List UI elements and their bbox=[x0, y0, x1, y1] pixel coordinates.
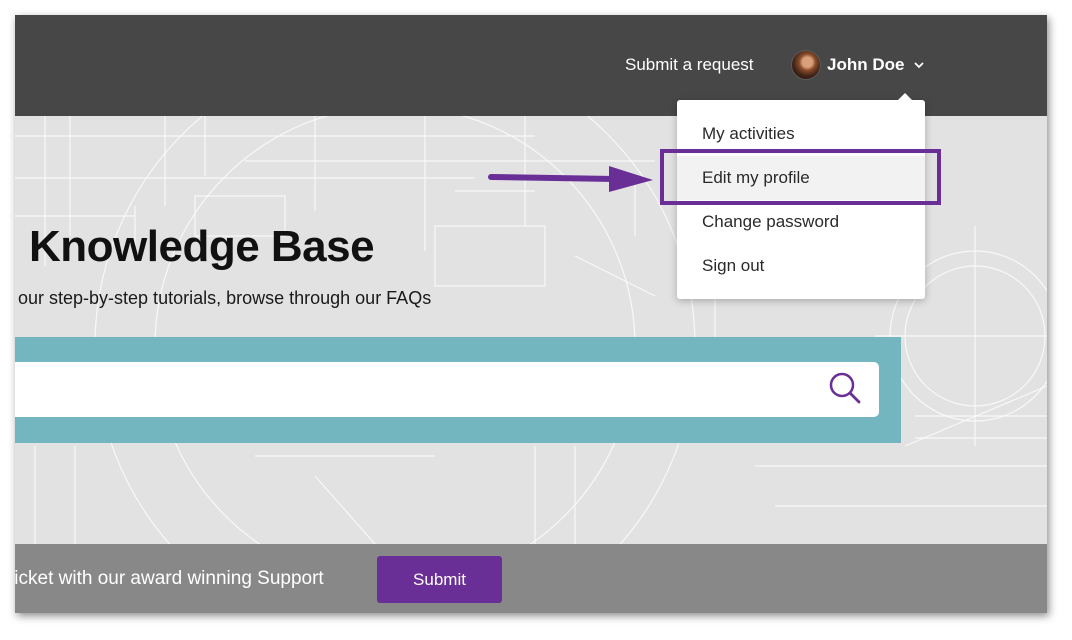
user-dropdown-menu: My activities Edit my profile Change pas… bbox=[677, 93, 925, 299]
search-icon[interactable] bbox=[828, 371, 862, 405]
search-band bbox=[15, 337, 901, 443]
user-name: John Doe bbox=[827, 55, 905, 74]
chevron-down-icon bbox=[914, 62, 925, 69]
submit-request-link[interactable]: Submit a request bbox=[625, 55, 754, 75]
menu-item-my-activities[interactable]: My activities bbox=[677, 112, 925, 156]
page-title: Knowledge Base bbox=[29, 222, 375, 271]
submit-button[interactable]: Submit bbox=[377, 556, 502, 603]
avatar bbox=[791, 50, 821, 80]
menu-item-change-password[interactable]: Change password bbox=[677, 200, 925, 244]
arrow-right-icon bbox=[488, 166, 653, 192]
menu-item-sign-out[interactable]: Sign out bbox=[677, 244, 925, 288]
user-menu-toggle[interactable]: John Doe bbox=[791, 49, 925, 81]
dropdown-caret bbox=[897, 93, 913, 101]
hero-subtitle: our step-by-step tutorials, browse throu… bbox=[18, 288, 432, 308]
screenshot-frame: Submit a request John Doe Knowledge Base… bbox=[15, 15, 1047, 613]
search-input[interactable] bbox=[15, 362, 879, 417]
submit-ticket-band: ticket with our award winning Support Su… bbox=[15, 544, 1047, 613]
submit-ticket-text: ticket with our award winning Support bbox=[15, 568, 324, 589]
menu-item-edit-profile[interactable]: Edit my profile bbox=[677, 156, 925, 200]
